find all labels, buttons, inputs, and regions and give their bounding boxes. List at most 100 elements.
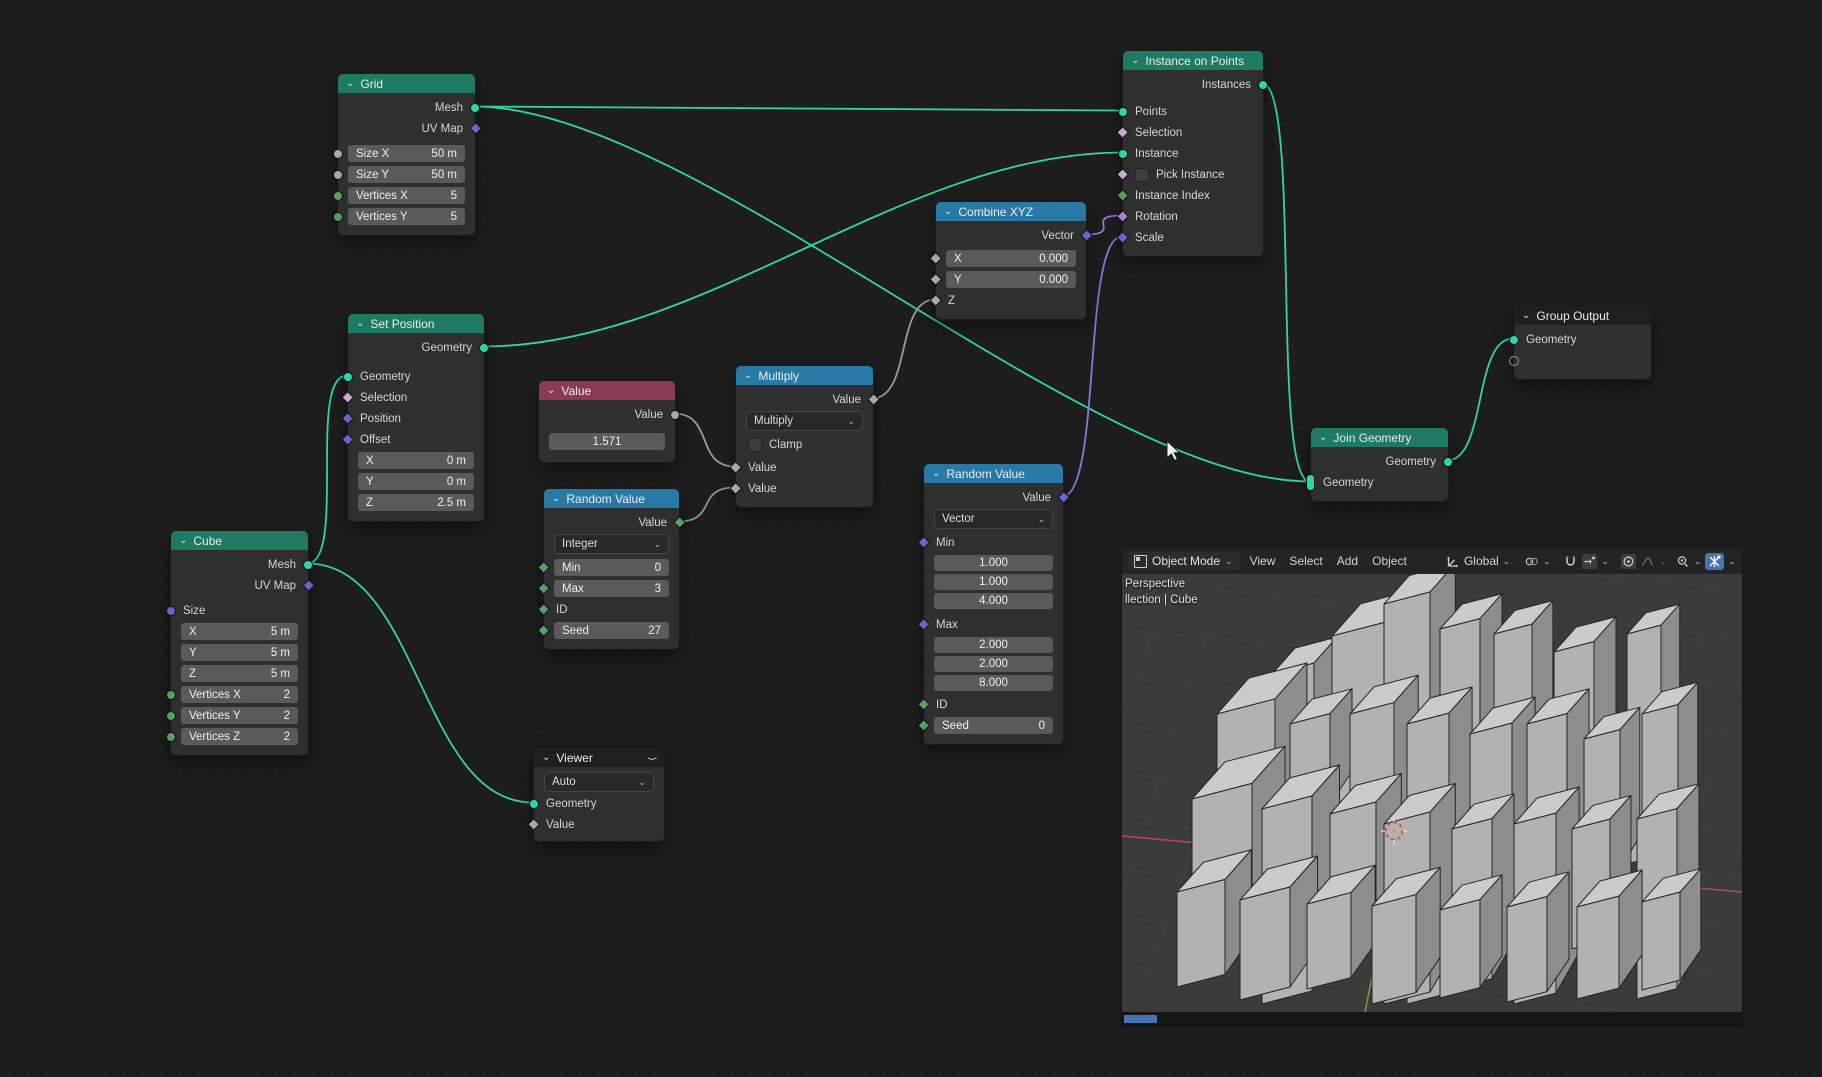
grid-field-size-x[interactable]: Size X50 m — [348, 145, 465, 162]
random_value_vec-field[interactable]: 4.000 — [934, 593, 1053, 609]
node-header-set_position[interactable]: ⌄Set Position — [348, 314, 484, 333]
falloff-curve-icon[interactable] — [1640, 554, 1655, 569]
chevron-down-icon[interactable]: ⌄ — [1728, 556, 1736, 567]
node-header-group_output[interactable]: ⌄Group Output — [1514, 306, 1651, 325]
transform-orientation-icon[interactable] — [1445, 554, 1460, 569]
set_position-socket-geo[interactable] — [479, 343, 489, 353]
node-combine_xyz[interactable]: ⌄Combine XYZVectorX0.000Y0.000Z — [935, 201, 1087, 320]
collapse-icon[interactable]: ⌄ — [1319, 433, 1327, 443]
random_value_vec-field[interactable]: 1.000 — [934, 574, 1053, 590]
node-grid[interactable]: ⌄GridMeshUV MapSize X50 mSize Y50 mVerti… — [337, 73, 476, 236]
pivot-point-icon[interactable] — [1524, 554, 1539, 569]
cube-field-vertices-z[interactable]: Vertices Z2 — [181, 728, 298, 745]
value-field[interactable]: 1.571 — [549, 433, 665, 450]
node-header-random_value_int[interactable]: ⌄Random Value — [544, 489, 679, 508]
cube-field-x[interactable]: X5 m — [181, 623, 298, 640]
checkbox-clamp[interactable] — [748, 438, 762, 452]
join_geometry-socket-geo_in[interactable] — [1306, 474, 1315, 491]
multiply-dropdown[interactable]: Multiply⌄ — [746, 411, 863, 431]
viewer-dropdown[interactable]: Auto⌄ — [544, 772, 654, 792]
viewport-menu-object[interactable]: Object — [1365, 554, 1414, 568]
grid-field-vertices-x[interactable]: Vertices X5 — [348, 187, 465, 204]
grid-socket-vertices-x[interactable] — [333, 191, 343, 201]
node-random_value_vec[interactable]: ⌄Random ValueValueVector⌄Min1.0001.0004.… — [923, 463, 1064, 745]
viewport-menu-select[interactable]: Select — [1282, 554, 1329, 568]
set_position-field-y[interactable]: Y0 m — [358, 473, 474, 490]
grid-socket-vertices-y[interactable] — [333, 212, 343, 222]
set_position-field-z[interactable]: Z2.5 m — [358, 494, 474, 511]
node-cube[interactable]: ⌄CubeMeshUV MapSizeX5 mY5 mZ5 mVertices … — [170, 530, 309, 756]
random_value_vec-field[interactable]: 8.000 — [934, 675, 1053, 691]
node-header-random_value_vec[interactable]: ⌄Random Value — [924, 464, 1063, 483]
node-group_output[interactable]: ⌄Group OutputGeometry — [1513, 305, 1652, 380]
random_value_int-field-seed[interactable]: Seed27 — [554, 622, 669, 639]
mode-dropdown[interactable]: Object Mode ⌄ — [1128, 552, 1239, 570]
grid-field-size-y[interactable]: Size Y50 m — [348, 166, 465, 183]
random_value_vec-field[interactable]: 2.000 — [934, 656, 1053, 672]
node-viewer[interactable]: ⌄Viewer⌄Auto⌄GeometryValue — [533, 747, 665, 842]
viewport-3d-area[interactable]: Perspective llection | Cube — [1122, 574, 1742, 1012]
viewport-menu-view[interactable]: View — [1243, 554, 1283, 568]
random_value_vec-field-seed[interactable]: Seed0 — [934, 717, 1053, 734]
visibility-filter-icon[interactable] — [1675, 554, 1690, 569]
random_value_vec-field[interactable]: 1.000 — [934, 555, 1053, 571]
cube-field-z[interactable]: Z5 m — [181, 665, 298, 682]
group_output-socket-s[interactable] — [1509, 356, 1519, 366]
cube-field-vertices-x[interactable]: Vertices X2 — [181, 686, 298, 703]
collapse-icon[interactable]: ⌄ — [744, 371, 752, 381]
node-header-cube[interactable]: ⌄Cube — [171, 531, 308, 550]
checkbox-pick-instance[interactable] — [1135, 168, 1149, 182]
collapse-icon[interactable]: ⌄ — [932, 469, 940, 479]
node-random_value_int[interactable]: ⌄Random ValueValueInteger⌄Min0Max3IDSeed… — [543, 488, 680, 650]
instance_on_points-socket-instance[interactable] — [1118, 149, 1128, 159]
snap-magnet-icon[interactable] — [1563, 554, 1578, 569]
collapse-icon[interactable]: ⌄ — [542, 753, 550, 763]
cube-socket-vertices-x[interactable] — [166, 690, 176, 700]
instance_on_points-socket-out[interactable] — [1258, 80, 1268, 90]
value-socket-out[interactable] — [670, 410, 680, 420]
node-header-viewer[interactable]: ⌄Viewer⌄ — [534, 748, 664, 767]
cube-socket-mesh[interactable] — [303, 560, 313, 570]
node-set_position[interactable]: ⌄Set PositionGeometryGeometrySelectionPo… — [347, 313, 485, 522]
collapse-icon[interactable]: ⌄ — [346, 79, 354, 89]
grid-socket-size-x[interactable] — [333, 149, 343, 159]
node-header-combine_xyz[interactable]: ⌄Combine XYZ — [936, 202, 1086, 221]
cube-field-y[interactable]: Y5 m — [181, 644, 298, 661]
instance_on_points-socket-points[interactable] — [1118, 107, 1128, 117]
node-value[interactable]: ⌄ValueValue1.571 — [538, 380, 676, 463]
combine_xyz-field-x[interactable]: X0.000 — [946, 250, 1076, 267]
collapse-icon[interactable]: ⌄ — [356, 319, 364, 329]
collapse-icon[interactable]: ⌄ — [547, 386, 555, 396]
collapse-icon[interactable]: ⌄ — [944, 207, 952, 217]
cube-socket-size[interactable] — [166, 606, 176, 616]
chevron-down-icon[interactable]: ⌄ — [1543, 556, 1551, 567]
node-multiply[interactable]: ⌄MultiplyValueMultiply⌄ClampValueValue — [735, 365, 874, 508]
node-header-instance_on_points[interactable]: ⌄Instance on Points — [1123, 51, 1263, 70]
proportional-editing-icon[interactable] — [1621, 554, 1636, 569]
random_value_int-dropdown[interactable]: Integer⌄ — [554, 534, 669, 554]
chevron-down-icon[interactable]: ⌄ — [1503, 556, 1511, 567]
join_geometry-socket-out[interactable] — [1443, 457, 1453, 467]
cube-socket-vertices-z[interactable] — [166, 732, 176, 742]
chevron-down-icon[interactable]: ⌄ — [1601, 556, 1609, 567]
node-header-value[interactable]: ⌄Value — [539, 381, 675, 400]
set_position-socket-geo_in[interactable] — [343, 372, 353, 382]
collapse-icon[interactable]: ⌄ — [1131, 56, 1139, 66]
3d-viewport[interactable]: Object Mode ⌄ ViewSelectAddObject Global… — [1122, 548, 1742, 1026]
viewport-menu-add[interactable]: Add — [1330, 554, 1365, 568]
grid-socket-mesh[interactable] — [470, 103, 480, 113]
collapse-icon[interactable]: ⌄ — [179, 536, 187, 546]
grid-field-vertices-y[interactable]: Vertices Y5 — [348, 208, 465, 225]
node-header-join_geometry[interactable]: ⌄Join Geometry — [1311, 428, 1448, 447]
viewer-socket-geo[interactable] — [529, 799, 539, 809]
grid-socket-size-y[interactable] — [333, 170, 343, 180]
cube-socket-vertices-y[interactable] — [166, 711, 176, 721]
chevron-down-icon[interactable]: ⌄ — [1694, 556, 1702, 567]
random_value_int-field-min[interactable]: Min0 — [554, 559, 669, 576]
combine_xyz-field-y[interactable]: Y0.000 — [946, 271, 1076, 288]
random_value_int-field-max[interactable]: Max3 — [554, 580, 669, 597]
collapse-icon[interactable]: ⌄ — [552, 494, 560, 504]
group_output-socket-geo[interactable] — [1509, 335, 1519, 345]
set_position-field-x[interactable]: X0 m — [358, 452, 474, 469]
gizmo-toggle-button[interactable] — [1705, 553, 1724, 570]
